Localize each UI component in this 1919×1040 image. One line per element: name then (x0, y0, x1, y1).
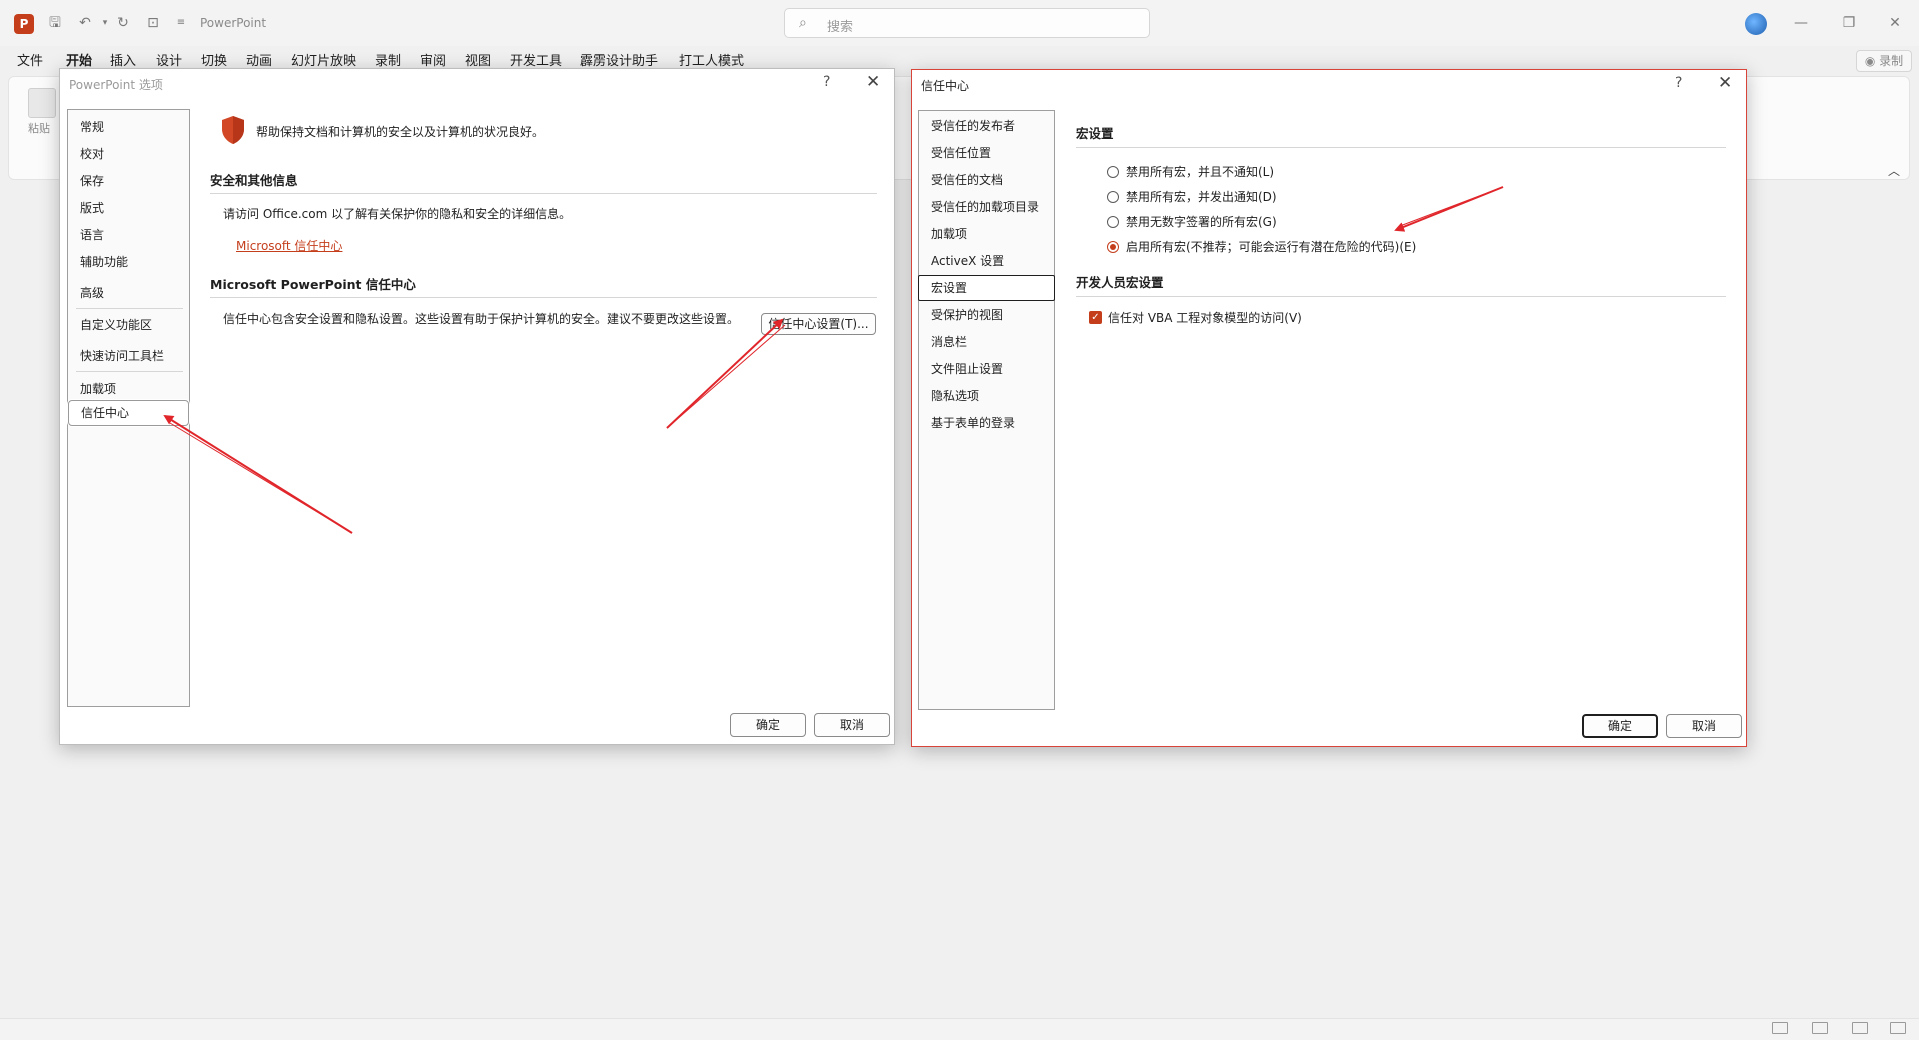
nav-item-trusted-addin-catalogs[interactable]: 受信任的加载项目录 (919, 196, 1054, 218)
radio-label: 启用所有宏(不推荐；可能会运行有潜在危险的代码)(E) (1126, 240, 1417, 254)
present-icon[interactable]: ⊡ (142, 12, 164, 34)
slide-sorter-icon[interactable] (1812, 1022, 1828, 1034)
nav-item-trusted-documents[interactable]: 受信任的文档 (919, 169, 1054, 191)
minimize-icon[interactable]: — (1786, 12, 1816, 34)
nav-item-message-bar[interactable]: 消息栏 (919, 331, 1054, 353)
tab-worker-mode[interactable]: 打工人模式 (679, 50, 744, 69)
tab-transitions[interactable]: 切换 (201, 50, 227, 69)
trust-center-settings-button[interactable]: 信任中心设置(T)... (761, 313, 876, 335)
search-icon: ⌕ (799, 15, 807, 31)
section-security-info-title: 安全和其他信息 (210, 173, 298, 188)
nav-item-layout[interactable]: 版式 (68, 197, 189, 219)
section-divider (210, 297, 877, 298)
dialog-title: PowerPoint 选项 (69, 78, 163, 92)
help-icon[interactable]: ? (1675, 75, 1682, 91)
nav-item-customize-ribbon[interactable]: 自定义功能区 (68, 314, 189, 336)
restore-icon[interactable]: ❐ (1834, 12, 1864, 34)
nav-item-trust-center[interactable]: 信任中心 (68, 400, 189, 426)
nav-item-form-based-signin[interactable]: 基于表单的登录 (919, 412, 1054, 434)
options-header-text: 帮助保持文档和计算机的安全以及计算机的状况良好。 (256, 125, 545, 139)
radio-label: 禁用所有宏，并发出通知(D) (1126, 190, 1277, 204)
tab-record[interactable]: 录制 (375, 50, 401, 69)
radio-enable-all-macros[interactable] (1107, 241, 1119, 253)
section-security-info-text: 请访问 Office.com 以了解有关保护你的隐私和安全的详细信息。 (223, 207, 572, 221)
vba-access-label: 信任对 VBA 工程对象模型的访问(V) (1108, 311, 1302, 325)
undo-icon[interactable]: ↶ (74, 12, 96, 34)
section-divider (1076, 147, 1726, 148)
nav-item-trusted-publishers[interactable]: 受信任的发布者 (919, 115, 1054, 137)
nav-item-activex-settings[interactable]: ActiveX 设置 (919, 250, 1054, 272)
nav-item-save[interactable]: 保存 (68, 170, 189, 192)
microsoft-trust-center-link[interactable]: Microsoft 信任中心 (236, 237, 342, 254)
nav-item-addins[interactable]: 加载项 (919, 223, 1054, 245)
reading-view-icon[interactable] (1852, 1022, 1868, 1034)
save-icon[interactable]: 🖫 (44, 12, 66, 34)
redo-icon[interactable]: ↻ (112, 12, 134, 34)
developer-macro-settings-title: 开发人员宏设置 (1076, 275, 1164, 290)
nav-item-general[interactable]: 常规 (68, 116, 189, 138)
ok-button[interactable]: 确定 (1582, 714, 1658, 738)
radio-disable-no-notify[interactable] (1107, 166, 1119, 178)
tab-review[interactable]: 审阅 (420, 50, 446, 69)
nav-separator (76, 308, 183, 309)
radio-disable-with-notify[interactable] (1107, 191, 1119, 203)
options-nav-pane: 常规 校对 保存 版式 语言 辅助功能 高级 自定义功能区 快速访问工具栏 加载… (67, 109, 190, 707)
section-divider (210, 193, 877, 194)
tab-insert[interactable]: 插入 (110, 50, 136, 69)
record-button[interactable]: ◉ 录制 (1856, 50, 1912, 72)
ok-button[interactable]: 确定 (730, 713, 806, 737)
cancel-button[interactable]: 取消 (1666, 714, 1742, 738)
status-bar (0, 1018, 1919, 1040)
radio-label: 禁用所有宏，并且不通知(L) (1126, 165, 1275, 179)
app-title: PowerPoint (200, 16, 267, 30)
tab-view[interactable]: 视图 (465, 50, 491, 69)
paste-icon[interactable] (28, 88, 56, 118)
powerpoint-logo-icon: P (14, 14, 34, 34)
tab-developer[interactable]: 开发工具 (510, 50, 562, 69)
nav-item-proofing[interactable]: 校对 (68, 143, 189, 165)
dialog-title: 信任中心 (921, 79, 970, 93)
slideshow-view-icon[interactable] (1890, 1022, 1906, 1034)
tab-slideshow[interactable]: 幻灯片放映 (291, 50, 356, 69)
tab-file[interactable]: 文件 (17, 50, 43, 69)
help-icon[interactable]: ? (823, 74, 830, 90)
tab-home[interactable]: 开始 (66, 50, 92, 69)
collapse-ribbon-icon[interactable]: ︿ (1888, 162, 1900, 179)
close-icon[interactable]: ✕ (866, 72, 880, 92)
nav-item-privacy-options[interactable]: 隐私选项 (919, 385, 1054, 407)
nav-item-macro-settings[interactable]: 宏设置 (918, 275, 1055, 301)
macro-settings-title: 宏设置 (1076, 126, 1114, 141)
nav-item-file-block-settings[interactable]: 文件阻止设置 (919, 358, 1054, 380)
nav-item-advanced[interactable]: 高级 (68, 282, 189, 304)
powerpoint-options-dialog: PowerPoint 选项 ? ✕ 常规 校对 保存 版式 语言 辅助功能 高级… (59, 68, 895, 745)
nav-separator (76, 371, 183, 372)
nav-item-addins[interactable]: 加载项 (68, 378, 189, 400)
search-placeholder: 搜索 (827, 20, 854, 35)
close-icon[interactable]: ✕ (1718, 73, 1732, 93)
nav-item-quick-access-toolbar[interactable]: 快速访问工具栏 (68, 345, 189, 367)
nav-item-trusted-locations[interactable]: 受信任位置 (919, 142, 1054, 164)
trust-center-dialog: 信任中心 ? ✕ 受信任的发布者 受信任位置 受信任的文档 受信任的加载项目录 … (911, 69, 1747, 747)
paste-label: 粘贴 (28, 122, 50, 135)
tab-design-assistant[interactable]: 霹雳设计助手 (580, 50, 658, 69)
cancel-button[interactable]: 取消 (814, 713, 890, 737)
radio-label: 禁用无数字签署的所有宏(G) (1126, 215, 1277, 229)
section-ppt-trust-center-text: 信任中心包含安全设置和隐私设置。这些设置有助于保护计算机的安全。建议不要更改这些… (223, 312, 740, 326)
section-divider (1076, 296, 1726, 297)
shield-icon (222, 116, 244, 144)
tab-design[interactable]: 设计 (156, 50, 182, 69)
customize-qat-icon[interactable]: ≡ (170, 12, 192, 34)
nav-item-language[interactable]: 语言 (68, 224, 189, 246)
tab-animations[interactable]: 动画 (246, 50, 272, 69)
close-window-icon[interactable]: ✕ (1880, 12, 1910, 34)
search-input[interactable]: ⌕ 搜索 (784, 8, 1150, 38)
section-ppt-trust-center-title: Microsoft PowerPoint 信任中心 (210, 277, 416, 292)
avatar[interactable] (1745, 13, 1767, 35)
trust-nav-pane: 受信任的发布者 受信任位置 受信任的文档 受信任的加载项目录 加载项 Activ… (918, 110, 1055, 710)
radio-disable-unsigned[interactable] (1107, 216, 1119, 228)
normal-view-icon[interactable] (1772, 1022, 1788, 1034)
nav-item-accessibility[interactable]: 辅助功能 (68, 251, 189, 273)
vba-access-checkbox[interactable]: ✓ (1089, 311, 1102, 324)
nav-item-protected-view[interactable]: 受保护的视图 (919, 304, 1054, 326)
